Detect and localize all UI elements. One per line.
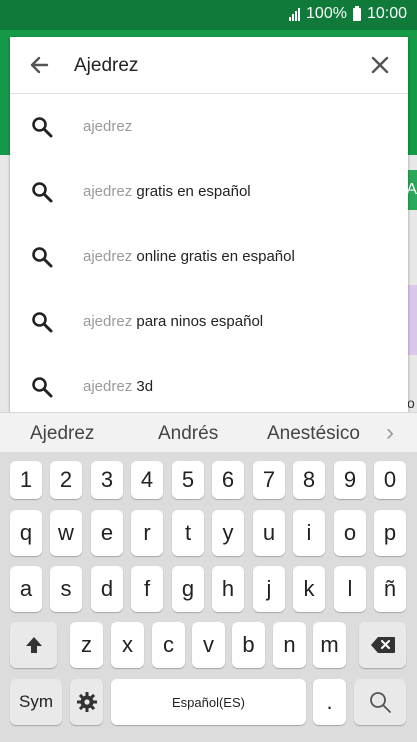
- key-o[interactable]: o: [334, 510, 366, 556]
- search-icon: [32, 247, 53, 268]
- key-x[interactable]: x: [111, 622, 144, 668]
- key-p[interactable]: p: [374, 510, 406, 556]
- arrow-left-icon: [30, 56, 49, 74]
- key-9[interactable]: 9: [334, 461, 366, 499]
- key-2[interactable]: 2: [50, 461, 82, 499]
- search-icon: [32, 117, 53, 138]
- key-d[interactable]: d: [91, 566, 123, 612]
- key-3[interactable]: 3: [91, 461, 123, 499]
- space-key[interactable]: Español(ES): [111, 679, 306, 725]
- prediction-word[interactable]: Andrés: [158, 423, 218, 445]
- status-indicators: 100% 10:00: [289, 5, 407, 23]
- key-e[interactable]: e: [91, 510, 123, 556]
- suggestion-item[interactable]: ajedrez 3d: [10, 355, 408, 419]
- prediction-word[interactable]: Anestésico: [267, 423, 360, 445]
- key-a[interactable]: a: [10, 566, 42, 612]
- key-6[interactable]: 6: [212, 461, 244, 499]
- backspace-key[interactable]: [359, 622, 406, 668]
- battery-icon: [352, 5, 361, 21]
- suggestion-label: ajedrez: [83, 118, 133, 135]
- key-y[interactable]: y: [212, 510, 244, 556]
- key-l[interactable]: l: [334, 566, 366, 612]
- backspace-icon: [370, 637, 395, 653]
- suggestion-item[interactable]: ajedrez: [10, 95, 408, 159]
- key-q[interactable]: q: [10, 510, 42, 556]
- keyboard: 1 2 3 4 5 6 7 8 9 0 q w e r t y u i o p …: [0, 452, 417, 742]
- search-key[interactable]: [354, 679, 406, 725]
- key-h[interactable]: h: [212, 566, 244, 612]
- clear-button[interactable]: [366, 51, 394, 79]
- suggestion-label: ajedrez gratis en español: [83, 183, 251, 200]
- key-0[interactable]: 0: [374, 461, 406, 499]
- back-button[interactable]: [24, 51, 54, 79]
- key-s[interactable]: s: [50, 566, 82, 612]
- sym-key[interactable]: Sym: [10, 679, 62, 725]
- key-c[interactable]: c: [152, 622, 185, 668]
- background-text: o: [407, 395, 415, 411]
- key-g[interactable]: g: [172, 566, 204, 612]
- suggestion-label: ajedrez 3d: [83, 378, 154, 395]
- key-8[interactable]: 8: [293, 461, 325, 499]
- key-1[interactable]: 1: [10, 461, 42, 499]
- search-panel: Ajedrez ajedrez ajedrez gratis en españo…: [10, 37, 408, 412]
- key-f[interactable]: f: [131, 566, 163, 612]
- key-z[interactable]: z: [70, 622, 103, 668]
- background-artwork: [407, 285, 417, 355]
- suggestion-item[interactable]: ajedrez online gratis en español: [10, 225, 408, 289]
- key-k[interactable]: k: [293, 566, 325, 612]
- key-n-tilde[interactable]: ñ: [374, 566, 406, 612]
- search-icon: [32, 377, 53, 398]
- search-icon: [32, 182, 53, 203]
- close-icon: [371, 56, 389, 74]
- prediction-word[interactable]: Ajedrez: [30, 423, 94, 445]
- key-i[interactable]: i: [293, 510, 325, 556]
- period-key[interactable]: .: [313, 679, 346, 725]
- clock: 10:00: [366, 5, 407, 22]
- key-u[interactable]: u: [253, 510, 285, 556]
- status-bar: 100% 10:00: [0, 0, 417, 30]
- suggestion-label: ajedrez online gratis en español: [83, 248, 295, 265]
- key-r[interactable]: r: [131, 510, 163, 556]
- search-input[interactable]: Ajedrez: [74, 55, 138, 77]
- prediction-bar: Ajedrez Andrés Anestésico ›: [0, 412, 417, 453]
- key-5[interactable]: 5: [172, 461, 204, 499]
- more-predictions-button[interactable]: ›: [386, 419, 394, 447]
- suggestion-item[interactable]: ajedrez para ninos español: [10, 290, 408, 354]
- search-icon: [370, 692, 391, 713]
- key-7[interactable]: 7: [253, 461, 285, 499]
- key-v[interactable]: v: [192, 622, 225, 668]
- suggestion-label: ajedrez para ninos español: [83, 313, 264, 330]
- battery-percent: 100%: [306, 5, 347, 22]
- key-4[interactable]: 4: [131, 461, 163, 499]
- shift-key[interactable]: [10, 622, 57, 668]
- suggestion-item[interactable]: ajedrez gratis en español: [10, 160, 408, 224]
- key-b[interactable]: b: [232, 622, 265, 668]
- key-w[interactable]: w: [50, 510, 82, 556]
- settings-key[interactable]: [70, 679, 103, 725]
- key-t[interactable]: t: [172, 510, 204, 556]
- search-icon: [32, 312, 53, 333]
- gear-icon: [76, 692, 97, 712]
- shift-icon: [25, 637, 42, 653]
- key-m[interactable]: m: [313, 622, 346, 668]
- search-bar: Ajedrez: [10, 37, 408, 94]
- key-j[interactable]: j: [253, 566, 285, 612]
- signal-icon: [289, 7, 301, 21]
- key-n[interactable]: n: [273, 622, 306, 668]
